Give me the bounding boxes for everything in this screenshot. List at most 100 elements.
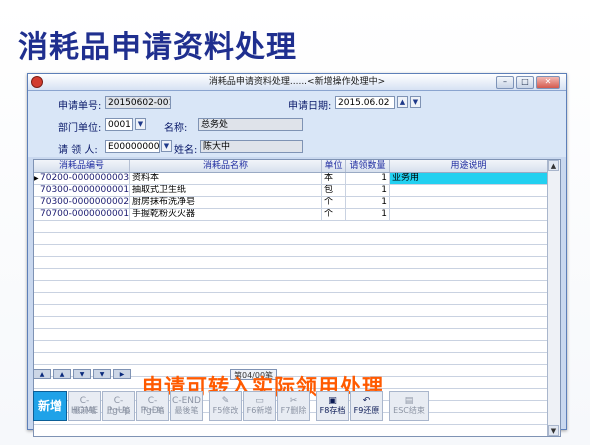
maximize-icon[interactable]: □ xyxy=(516,76,534,89)
dept-name-label: 名称: xyxy=(164,123,188,134)
empty-row xyxy=(34,293,548,305)
cell-qty[interactable]: 1 xyxy=(346,197,390,208)
delete-icon: ✂ xyxy=(289,396,298,406)
empty-row xyxy=(34,245,548,257)
col-purpose[interactable]: 用途说明 xyxy=(390,160,548,172)
window-titlebar: 消耗品申请资料处理......<新增操作处理中> – □ ✕ xyxy=(28,74,566,91)
first-label: 最前笔 xyxy=(72,406,97,415)
empty-row xyxy=(34,329,548,341)
cell-unit[interactable]: 包 xyxy=(322,185,346,196)
table-row[interactable]: 70300-0000000002 厨房抹布洗净皂 个 1 xyxy=(34,197,548,209)
col-code[interactable]: 消耗品编号 xyxy=(34,160,130,172)
last-button[interactable]: C-END 最後笔 xyxy=(170,391,203,421)
cell-qty[interactable]: 1 xyxy=(346,185,390,196)
cell-qty[interactable]: 1 xyxy=(346,209,390,220)
restore-button[interactable]: ↶ F9还原 xyxy=(350,391,383,421)
edit-button[interactable]: ✎ F5修改 xyxy=(209,391,242,421)
next-label: 下一笔 xyxy=(140,406,165,415)
empty-row xyxy=(34,305,548,317)
cell-purpose[interactable] xyxy=(390,209,548,220)
delete-button[interactable]: ✂ F7删除 xyxy=(277,391,310,421)
col-qty[interactable]: 请领数量 xyxy=(346,160,390,172)
new-icon: ▭ xyxy=(255,396,264,406)
applicant-code-field[interactable]: E000000003 xyxy=(105,140,160,153)
scroll-down-icon[interactable]: ▼ xyxy=(548,425,559,436)
date-spin-icon[interactable]: ▲ xyxy=(397,96,408,108)
prev-key-label: C-PgUp xyxy=(106,396,131,416)
empty-row xyxy=(34,353,548,365)
cell-name[interactable]: 厨房抹布洗净皂 xyxy=(130,197,322,208)
save-button[interactable]: ▣ F8存档 xyxy=(316,391,349,421)
prev-button[interactable]: C-PgUp 上一笔 xyxy=(102,391,135,421)
minimize-icon[interactable]: – xyxy=(496,76,514,89)
empty-row xyxy=(34,425,548,436)
next-button[interactable]: C-PgDn 下一笔 xyxy=(136,391,169,421)
edit-icon: ✎ xyxy=(221,396,230,406)
edit-label: F5修改 xyxy=(212,406,239,415)
applicant-name-label: 姓名: xyxy=(174,145,198,156)
col-unit[interactable]: 单位 xyxy=(322,160,346,172)
new-label: F6新增 xyxy=(246,406,273,415)
next-key-label: C-PgDn xyxy=(140,396,165,416)
exit-button[interactable]: ▤ ESC结束 xyxy=(389,391,429,421)
applicant-label: 请 领 人: xyxy=(58,145,98,156)
req-no-field[interactable]: 20150602-001 xyxy=(105,96,171,109)
vertical-scrollbar[interactable]: ▲ ▼ xyxy=(547,160,560,436)
grid-header: 消耗品编号 消耗品名称 单位 请领数量 用途说明 xyxy=(34,160,548,173)
cell-purpose[interactable]: 业务用 xyxy=(390,173,548,184)
cell-name[interactable]: 手握乾粉灭火器 xyxy=(130,209,322,220)
table-row[interactable]: 70700-0000000001 手握乾粉灭火器 个 1 xyxy=(34,209,548,221)
req-no-label: 申请单号: xyxy=(58,101,102,112)
dept-lookup-icon[interactable]: ▼ xyxy=(135,118,146,130)
last-key-label: C-END xyxy=(172,396,201,406)
new-button[interactable]: ▭ F6新增 xyxy=(243,391,276,421)
cell-code[interactable]: 70300-0000000001 xyxy=(38,185,130,196)
prev-label: 上一笔 xyxy=(106,406,131,415)
close-icon[interactable]: ✕ xyxy=(536,76,560,89)
empty-row xyxy=(34,281,548,293)
slide-background: 消耗品申请资料处理 消耗品申请资料处理......<新增操作处理中> – □ ✕… xyxy=(0,0,590,445)
next-record-icon[interactable]: ▼ xyxy=(73,369,91,379)
req-date-label: 申请日期: xyxy=(288,101,332,112)
prev-record-icon[interactable]: ▲ xyxy=(53,369,71,379)
delete-label: F7删除 xyxy=(280,406,307,415)
bottom-toolbar: 新增 C-HOME 最前笔 C-PgUp 上一笔 C-PgDn 下一笔 C-END 最後… xyxy=(33,391,429,423)
window-title: 消耗品申请资料处理......<新增操作处理中> xyxy=(208,77,386,87)
col-name[interactable]: 消耗品名称 xyxy=(130,160,322,172)
add-button[interactable]: 新增 xyxy=(33,391,67,421)
applicant-lookup-icon[interactable]: ▼ xyxy=(161,140,172,152)
last-record-icon[interactable]: ▼ xyxy=(93,369,111,379)
request-form: 申请单号: 20150602-001 申请日期: 2015.06.02 ▲ ▼ … xyxy=(28,91,566,157)
insert-record-icon[interactable]: ▶ xyxy=(113,369,131,379)
slide-title: 消耗品申请资料处理 xyxy=(18,30,297,65)
table-row[interactable]: 70300-0000000001 抽取式卫生纸 包 1 xyxy=(34,185,548,197)
cell-code[interactable]: 70700-0000000001 xyxy=(38,209,130,220)
exit-label: ESC结束 xyxy=(393,406,425,415)
save-label: F8存档 xyxy=(319,406,346,415)
cell-name[interactable]: 资料本 xyxy=(130,173,322,184)
applicant-name-field: 陈大中 xyxy=(200,140,303,153)
window-controls: – □ ✕ xyxy=(496,76,560,89)
cell-unit[interactable]: 个 xyxy=(322,209,346,220)
empty-row xyxy=(34,221,548,233)
dept-code-field[interactable]: 0001 xyxy=(105,118,133,131)
table-row[interactable]: ▶ 70200-0000000003 资料本 本 1 业务用 xyxy=(34,173,548,185)
cell-qty[interactable]: 1 xyxy=(346,173,390,184)
restore-label: F9还原 xyxy=(353,406,380,415)
cell-purpose[interactable] xyxy=(390,197,548,208)
first-button[interactable]: C-HOME 最前笔 xyxy=(68,391,101,421)
cell-unit[interactable]: 本 xyxy=(322,173,346,184)
first-key-label: C-HOME xyxy=(70,396,99,416)
cell-code[interactable]: 70200-0000000003 xyxy=(38,173,130,184)
cell-code[interactable]: 70300-0000000002 xyxy=(38,197,130,208)
empty-row xyxy=(34,233,548,245)
last-label: 最後笔 xyxy=(174,406,199,415)
first-record-icon[interactable]: ▲ xyxy=(33,369,51,379)
cell-name[interactable]: 抽取式卫生纸 xyxy=(130,185,322,196)
req-date-field[interactable]: 2015.06.02 xyxy=(335,96,395,109)
dept-name-field: 总务处 xyxy=(198,118,303,131)
scroll-up-icon[interactable]: ▲ xyxy=(548,160,559,171)
date-dropdown-icon[interactable]: ▼ xyxy=(410,96,421,108)
cell-purpose[interactable] xyxy=(390,185,548,196)
cell-unit[interactable]: 个 xyxy=(322,197,346,208)
